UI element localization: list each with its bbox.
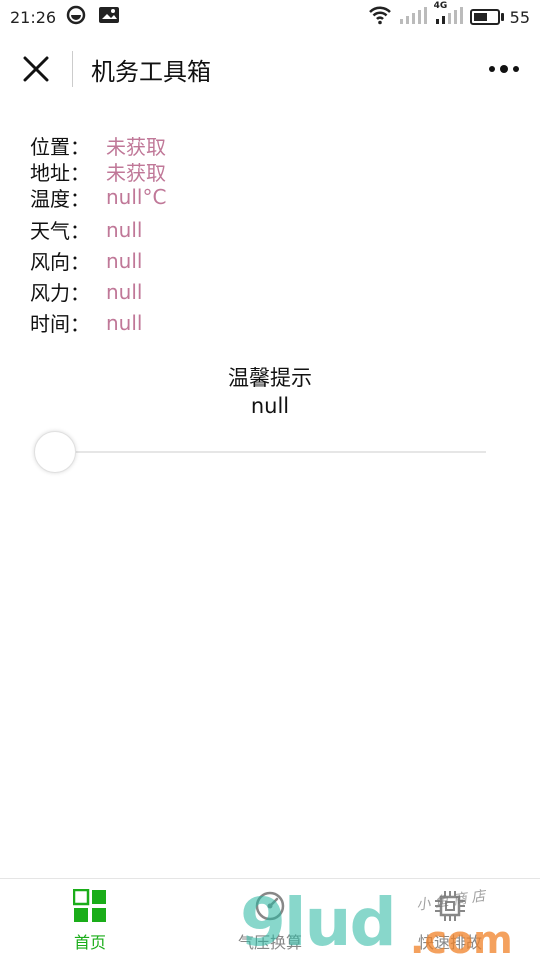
info-value: 未获取 [106,160,166,185]
info-value: null°C [106,185,167,209]
slider-thumb[interactable] [34,431,76,473]
info-row-wind-force: 风力： null [30,276,510,307]
close-icon [23,56,49,82]
info-value: null [106,217,143,242]
info-value: 未获取 [106,134,166,159]
status-bar: 21:26 4G 55 [0,0,540,34]
info-value: null [106,248,143,273]
close-button[interactable] [0,34,72,104]
title-divider [72,51,73,87]
info-row-time: 时间： null [30,307,510,338]
info-row-temperature: 温度： null°C [30,184,510,211]
tip-text: null [250,394,290,418]
tab-label: 首页 [73,933,106,952]
info-row-weather: 天气： null [30,214,510,245]
tip-title: 温馨提示 [228,366,312,390]
info-label: 时间： [30,312,90,336]
network-type-label: 4G [433,1,448,11]
app-screen: 21:26 4G 55 机务工具箱 位置： 未获取 地址： 未获取 温度： nu… [0,0,540,960]
info-label: 风力： [30,281,90,305]
tab-bar: 首页 气压换算 快速排故 [0,878,540,960]
tab-label: 快速排故 [417,933,482,952]
battery-icon [469,9,500,25]
more-button[interactable] [468,34,540,104]
battery-indicator: 55 [469,7,530,27]
app-notification-icon [66,5,86,29]
info-row-address: 地址： 未获取 [30,158,510,185]
info-label: 风向： [30,250,90,274]
slider[interactable] [34,430,486,474]
page-title: 机务工具箱 [91,57,211,86]
chip-icon [435,891,465,921]
tab-pressure-conversion[interactable]: 气压换算 [180,879,360,960]
tab-quick-troubleshoot[interactable]: 快速排故 [360,879,540,960]
battery-percent: 55 [509,7,530,27]
info-label: 位置： [30,134,90,159]
image-notification-icon [98,5,120,29]
tab-label: 气压换算 [237,933,302,952]
info-row-location: 位置： 未获取 [30,132,510,159]
slider-track[interactable] [54,451,486,453]
grid-icon [73,889,106,922]
status-right: 4G 55 [368,1,530,29]
status-time: 21:26 [10,7,57,27]
info-label: 温度： [30,186,90,211]
pressure-icon [255,891,285,921]
info-value: null [106,279,143,304]
info-row-wind-direction: 风向： null [30,245,510,276]
title-bar: 机务工具箱 [0,34,540,104]
info-label: 天气： [30,219,90,243]
signal-empty-icon [398,5,428,29]
info-value: null [106,310,143,335]
info-label: 地址： [30,160,90,185]
signal-4g-icon: 4G [434,1,464,29]
tab-home[interactable]: 首页 [0,879,180,960]
more-icon [489,65,519,73]
wifi-icon [368,5,392,29]
weather-info: 位置： 未获取 地址： 未获取 温度： null°C 天气： null 风向： … [30,132,510,338]
